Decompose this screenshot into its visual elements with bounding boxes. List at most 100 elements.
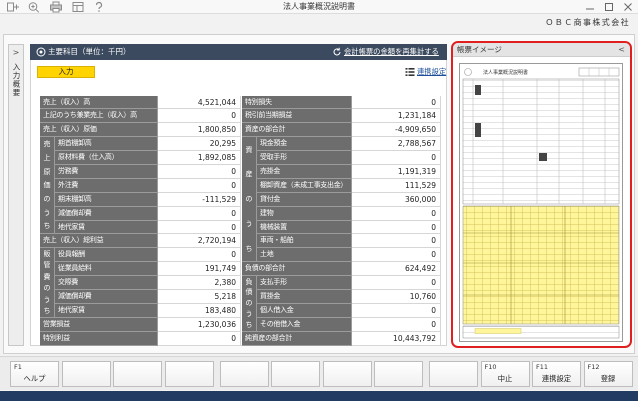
row-value[interactable]: 0 (158, 331, 241, 346)
row-value[interactable]: 0 (158, 220, 241, 235)
function-key-f11[interactable]: F11 連携設定 (532, 361, 581, 387)
row-label: 車両・船舶 (257, 234, 352, 249)
row-value[interactable]: 0 (158, 178, 241, 193)
row-value[interactable]: 2,788,567 (352, 137, 441, 152)
row-value[interactable]: 191,749 (158, 262, 241, 277)
row-value[interactable]: 0 (352, 234, 441, 249)
row-value[interactable]: 624,492 (352, 262, 441, 277)
function-key-empty (219, 361, 269, 387)
row-label: 現金預金 (257, 137, 352, 152)
maximize-icon[interactable] (603, 2, 615, 12)
row-value[interactable]: 1,800,850 (158, 123, 241, 138)
group-label-char: の (43, 194, 51, 203)
row-label: 上記のうち兼業売上（収入）高 (40, 109, 158, 124)
row-value[interactable]: 360,000 (352, 192, 441, 207)
group-label-char: の (43, 284, 51, 293)
row-value[interactable]: 0 (352, 276, 441, 290)
row-value[interactable]: 0 (352, 220, 441, 235)
chevron-right-icon[interactable]: > (9, 48, 23, 58)
row-value[interactable]: 0 (352, 248, 441, 263)
group-label-char: 資 (245, 145, 253, 154)
row-label: 機械装置 (257, 220, 352, 235)
minimize-icon[interactable] (584, 2, 596, 12)
row-value[interactable]: 0 (352, 303, 441, 318)
row-label: 負債の部合計 (242, 262, 352, 277)
group-label-char: う (245, 310, 253, 319)
function-key-f12[interactable]: F12 登録 (583, 361, 633, 387)
section-icon (36, 47, 46, 57)
group-label-char: 産 (245, 170, 253, 179)
link-settings-link[interactable]: 連携設定 (417, 66, 446, 78)
row-label: 売上（収入）総利益 (40, 234, 158, 249)
group-label-char: 管 (43, 261, 51, 270)
row-value[interactable]: 183,480 (158, 303, 241, 318)
group-label: 売上原価のうち (40, 137, 55, 235)
row-value[interactable]: 0 (158, 248, 241, 263)
row-label: 買掛金 (257, 289, 352, 304)
function-key-number: F10 (484, 363, 497, 371)
panel-header: 主要科目（単位：千円） 会計帳票の金額を再集計する (30, 44, 447, 60)
function-key-empty (271, 361, 320, 387)
group-label-char: う (245, 219, 253, 228)
group-label-char: ち (43, 222, 51, 231)
row-value[interactable]: 0 (158, 206, 241, 221)
row-value[interactable]: -4,909,650 (352, 123, 441, 138)
refresh-icon[interactable] (332, 47, 342, 57)
input-overview-tab[interactable]: > 入力概要 (8, 44, 24, 346)
row-value[interactable]: 0 (352, 206, 441, 221)
row-value[interactable]: 1,231,184 (352, 109, 441, 124)
row-label: 地代家賃 (55, 220, 158, 235)
row-label: 売上（収入）高 (40, 95, 158, 110)
group-label-char: 費 (43, 272, 51, 281)
form-preview-panel: 帳票イメージ < 法人事業概況説明書 (451, 41, 632, 348)
function-key-f10[interactable]: F10 中止 (480, 361, 530, 387)
row-value[interactable]: 10,443,792 (352, 331, 441, 346)
row-label: 従業員給料 (55, 262, 158, 277)
recalculate-link[interactable]: 会計帳票の金額を再集計する (344, 44, 439, 60)
row-value[interactable]: 0 (158, 164, 241, 179)
row-value[interactable]: 20,295 (158, 137, 241, 152)
close-icon[interactable] (622, 2, 634, 12)
collapse-icon[interactable]: < (618, 43, 625, 56)
function-key-empty (374, 361, 423, 387)
preview-title: 帳票イメージ (457, 45, 502, 54)
row-value[interactable]: 111,529 (352, 178, 441, 193)
list-icon[interactable] (405, 67, 415, 77)
row-label: 貸付金 (257, 192, 352, 207)
function-key-empty (322, 361, 372, 387)
row-value[interactable]: -111,529 (158, 192, 241, 207)
row-label: 支払手形 (257, 276, 352, 290)
function-key-empty (113, 361, 162, 387)
row-value[interactable]: 10,760 (352, 289, 441, 304)
row-value[interactable]: 2,720,194 (158, 234, 241, 249)
row-value[interactable]: 1,230,036 (158, 317, 241, 332)
accounts-table-right: 特別損失 0 税引前当期損益 1,231,184 資産の部合計 -4,909,650 資産の… (242, 95, 441, 346)
row-value[interactable]: 0 (352, 317, 441, 332)
row-value[interactable]: 0 (158, 109, 241, 124)
row-value[interactable]: 2,380 (158, 276, 241, 290)
group-label-char: の (245, 195, 253, 204)
row-value[interactable]: 0 (352, 151, 441, 165)
row-value[interactable]: 4,521,044 (158, 95, 241, 110)
group-label-char: 負 (245, 277, 253, 286)
form-preview-title: 法人事業概況説明書 (483, 69, 528, 76)
group-label-char: 債 (245, 288, 253, 297)
title-bar: 法人事業概況説明書 (0, 0, 638, 14)
row-label: 期首棚卸高 (55, 137, 158, 152)
form-preview-image[interactable]: 法人事業概況説明書 (459, 63, 623, 342)
group-label-char: う (43, 208, 51, 217)
function-key-f1[interactable]: F1 ヘルプ (10, 361, 59, 387)
status-bar (0, 391, 638, 401)
row-label: 個人借入金 (257, 303, 352, 318)
function-key-number: F11 (536, 363, 549, 371)
row-label: 受取手形 (257, 151, 352, 165)
row-label: 労務費 (55, 164, 158, 179)
function-key-label: 登録 (600, 374, 616, 383)
row-value[interactable]: 0 (352, 95, 441, 110)
row-value[interactable]: 1,892,085 (158, 151, 241, 165)
row-value[interactable]: 1,191,319 (352, 164, 441, 179)
accounts-table-left: 売上（収入）高 4,521,044 上記のうち兼業売上（収入）高 0 売上（収入）原価 1… (40, 95, 241, 346)
row-value[interactable]: 5,218 (158, 289, 241, 304)
group-label-char: 原 (43, 167, 51, 176)
function-key-label: ヘルプ (23, 374, 46, 383)
